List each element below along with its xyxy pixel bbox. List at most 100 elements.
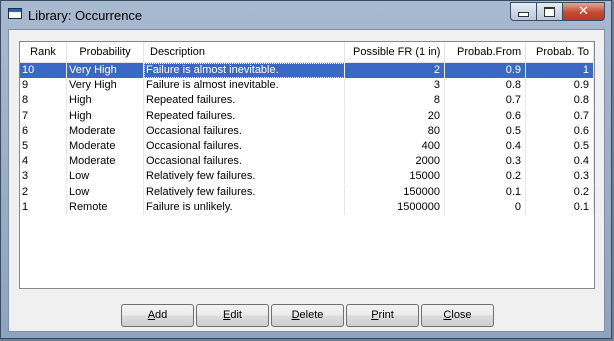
cell-probability: Low: [67, 185, 144, 200]
cell-possible-fr: 8: [345, 93, 445, 108]
close-button[interactable]: Close: [421, 304, 494, 327]
occurrence-table[interactable]: Rank Probability Description Possible FR (1…: [19, 41, 595, 289]
column-header-probab-from[interactable]: Probab.From: [445, 42, 526, 62]
add-button[interactable]: Add: [121, 304, 194, 327]
cell-probability: Remote: [67, 200, 144, 215]
window-title: Library: Occurrence: [28, 8, 143, 23]
dialog-client-area: Rank Probability Description Possible FR (1…: [8, 29, 605, 332]
table-header: Rank Probability Description Possible FR (1…: [20, 42, 594, 63]
cell-probability: High: [67, 109, 144, 124]
cell-description: Relatively few failures.: [144, 185, 345, 200]
close-window-button[interactable]: ✕: [562, 2, 605, 21]
button-label-rest: lose: [451, 309, 472, 321]
print-button[interactable]: Print: [346, 304, 419, 327]
column-header-probability[interactable]: Probability: [67, 42, 144, 62]
cell-rank: 1: [20, 200, 67, 215]
accelerator-key: A: [147, 309, 156, 321]
cell-probab-from: 0.8: [445, 78, 526, 93]
cell-probability: Low: [67, 169, 144, 184]
column-header-probab-to[interactable]: Probab. To: [526, 42, 594, 62]
cell-probab-to: 0.2: [526, 185, 594, 200]
accelerator-key: P: [371, 309, 379, 321]
cell-description: Occasional failures.: [144, 124, 345, 139]
cell-probability: Moderate: [67, 124, 144, 139]
cell-probab-to: 0.7: [526, 109, 594, 124]
column-header-possible-fr[interactable]: Possible FR (1 in): [345, 42, 445, 62]
cell-description: Failure is unlikely.: [144, 200, 345, 215]
cell-rank: 7: [20, 109, 67, 124]
cell-description: Repeated failures.: [144, 93, 345, 108]
cell-rank: 4: [20, 154, 67, 169]
close-icon: ✕: [578, 4, 589, 19]
cell-description: Relatively few failures.: [144, 169, 345, 184]
table-row[interactable]: 6 Moderate Occasional failures. 80 0.5 0.6: [20, 124, 594, 139]
button-label-rest: elete: [299, 309, 324, 321]
cell-rank: 8: [20, 93, 67, 108]
cell-probab-from: 0.6: [445, 109, 526, 124]
cell-probab-to: 0.3: [526, 169, 594, 184]
cell-probab-from: 0.3: [445, 154, 526, 169]
column-header-rank[interactable]: Rank: [20, 42, 67, 62]
cell-possible-fr: 2000: [345, 154, 445, 169]
cell-probability: Moderate: [67, 139, 144, 154]
table-row[interactable]: 2 Low Relatively few failures. 150000 0.1 0.2: [20, 185, 594, 200]
table-row[interactable]: 8 High Repeated failures. 8 0.7 0.8: [20, 93, 594, 108]
cell-probab-to: 0.6: [526, 124, 594, 139]
button-label-rest: dd: [155, 309, 168, 321]
table-row[interactable]: 9 Very High Failure is almost inevitable. 3…: [20, 78, 594, 93]
minimize-button[interactable]: [510, 2, 536, 21]
cell-probab-from: 0.7: [445, 93, 526, 108]
column-header-description[interactable]: Description: [144, 42, 345, 62]
table-row[interactable]: 10 Very High Failure is almost inevitable.…: [20, 63, 594, 78]
cell-rank: 5: [20, 139, 67, 154]
cell-probability: High: [67, 93, 144, 108]
cell-probability: Very High: [67, 78, 144, 93]
maximize-icon: [544, 6, 555, 17]
cell-possible-fr: 80: [345, 124, 445, 139]
cell-probability: Moderate: [67, 154, 144, 169]
cell-probab-to: 1: [526, 63, 594, 78]
cell-possible-fr: 150000: [345, 185, 445, 200]
cell-description: Occasional failures.: [144, 154, 345, 169]
cell-possible-fr: 3: [345, 78, 445, 93]
cell-probab-from: 0.9: [445, 63, 526, 78]
cell-description: Failure is almost inevitable.: [144, 78, 345, 93]
cell-possible-fr: 15000: [345, 169, 445, 184]
cell-possible-fr: 2: [345, 63, 445, 78]
cell-probab-from: 0.2: [445, 169, 526, 184]
cell-rank: 2: [20, 185, 67, 200]
button-label-rest: dit: [230, 309, 242, 321]
cell-probab-from: 0.4: [445, 139, 526, 154]
table-row[interactable]: 3 Low Relatively few failures. 15000 0.2 0.3: [20, 169, 594, 184]
cell-probab-to: 0.5: [526, 139, 594, 154]
cell-description: Occasional failures.: [144, 139, 345, 154]
cell-probab-from: 0: [445, 200, 526, 215]
table-row[interactable]: 1 Remote Failure is unlikely. 1500000 0 0.1: [20, 200, 594, 215]
cell-rank: 9: [20, 78, 67, 93]
window-controls: ✕: [510, 2, 605, 21]
delete-button[interactable]: Delete: [271, 304, 344, 327]
accelerator-key: D: [291, 309, 300, 321]
cell-probability: Very High: [67, 63, 144, 78]
maximize-button[interactable]: [536, 2, 562, 21]
button-label-rest: rint: [378, 309, 394, 321]
table-row[interactable]: 7 High Repeated failures. 20 0.6 0.7: [20, 109, 594, 124]
cell-description: Repeated failures.: [144, 109, 345, 124]
cell-possible-fr: 400: [345, 139, 445, 154]
cell-probab-to: 0.4: [526, 154, 594, 169]
title-bar[interactable]: Library: Occurrence ✕: [1, 1, 611, 29]
cell-probab-to: 0.1: [526, 200, 594, 215]
cell-possible-fr: 20: [345, 109, 445, 124]
cell-probab-to: 0.9: [526, 78, 594, 93]
cell-description: Failure is almost inevitable.: [144, 63, 345, 78]
minimize-icon: [518, 12, 529, 17]
table-row[interactable]: 4 Moderate Occasional failures. 2000 0.3 0.4: [20, 154, 594, 169]
library-occurrence-window: Library: Occurrence ✕ Rank Probability Des…: [0, 0, 612, 339]
cell-probab-from: 0.1: [445, 185, 526, 200]
cell-probab-to: 0.8: [526, 93, 594, 108]
cell-possible-fr: 1500000: [345, 200, 445, 215]
cell-rank: 3: [20, 169, 67, 184]
edit-button[interactable]: Edit: [196, 304, 269, 327]
cell-rank: 10: [20, 63, 67, 78]
table-row[interactable]: 5 Moderate Occasional failures. 400 0.4 0.5: [20, 139, 594, 154]
